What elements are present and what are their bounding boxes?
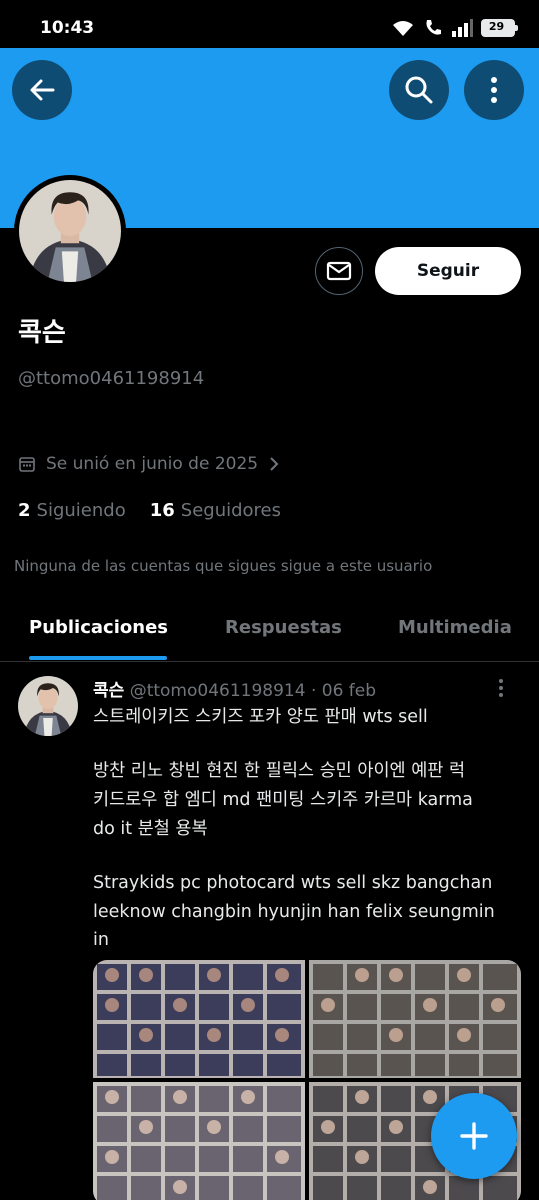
post-avatar-photo — [18, 676, 78, 736]
tab-multimedia[interactable]: Multimedia — [398, 617, 512, 638]
status-bar: 10:43 29 — [0, 0, 539, 48]
post-text-line: leeknow changbin hyunjin han felix seung… — [93, 902, 495, 922]
tab-respuestas[interactable]: Respuestas — [225, 617, 342, 638]
chevron-right-icon — [270, 457, 279, 471]
followers-label: Seguidores — [180, 500, 282, 521]
calendar-icon — [19, 457, 35, 472]
following-link[interactable]: 2 Siguiendo — [18, 500, 126, 521]
profile-avatar[interactable] — [14, 175, 126, 287]
plus-icon — [460, 1122, 488, 1150]
back-button[interactable] — [12, 60, 72, 120]
profile-display-name: 콕슨 — [18, 318, 66, 348]
post-handle-date: @ttomo0461198914 · 06 feb — [129, 681, 377, 701]
active-tab-indicator — [29, 656, 167, 660]
post-avatar[interactable] — [18, 676, 78, 736]
follow-stats: 2 Siguiendo 16 Seguidores — [18, 500, 281, 521]
call-icon — [426, 20, 441, 35]
join-date-text: Se unió en junio de 2025 — [46, 454, 259, 474]
post-header: 콕슨 @ttomo0461198914 · 06 feb — [93, 676, 376, 701]
signal-icon — [452, 19, 473, 37]
arrow-left-icon — [30, 79, 55, 101]
more-vertical-icon — [491, 77, 497, 103]
more-vertical-icon — [499, 679, 503, 697]
status-icons: 29 — [391, 18, 518, 38]
media-photo-1[interactable] — [93, 960, 305, 1078]
post-text-line: 방찬 리노 창빈 현진 한 필릭스 승민 아이엔 예판 럭 — [93, 761, 466, 781]
search-button[interactable] — [389, 60, 449, 120]
media-photo-3[interactable] — [93, 1082, 305, 1200]
follow-button[interactable]: Seguir — [375, 247, 521, 295]
mutual-followers-text: Ninguna de las cuentas que sigues sigue … — [14, 557, 433, 575]
following-label: Siguiendo — [36, 500, 126, 521]
followers-count: 16 — [149, 500, 175, 521]
post-text-line: in — [93, 930, 109, 950]
post-text-line: 키드로우 합 엠디 md 팬미팅 스키주 카르마 karma — [93, 790, 473, 810]
search-icon — [405, 76, 433, 104]
status-time: 10:43 — [40, 18, 95, 38]
post-text-line: do it 분철 용복 — [93, 819, 208, 839]
join-date-row[interactable]: Se unió en junio de 2025 — [18, 454, 280, 474]
avatar-photo — [19, 180, 121, 282]
battery-indicator: 29 — [481, 19, 518, 37]
message-button[interactable] — [315, 247, 363, 295]
profile-handle: @ttomo0461198914 — [18, 368, 205, 389]
mail-icon — [326, 261, 352, 281]
tab-publicaciones[interactable]: Publicaciones — [29, 617, 168, 638]
following-count: 2 — [18, 500, 31, 521]
followers-link[interactable]: 16 Seguidores — [150, 500, 281, 521]
post-text-line: 스트레이키즈 스키즈 포카 양도 판매 wts sell — [93, 707, 428, 727]
wifi-icon — [393, 21, 413, 36]
media-photo-2[interactable] — [309, 960, 521, 1078]
post-more-button[interactable] — [498, 678, 504, 702]
profile-tabs: Publicaciones Respuestas Multimedia — [0, 600, 539, 662]
compose-button[interactable] — [431, 1093, 517, 1179]
post-author-name[interactable]: 콕슨 — [93, 681, 124, 701]
post-text-line: Straykids pc photocard wts sell skz bang… — [93, 873, 493, 893]
battery-level: 29 — [488, 20, 505, 33]
more-options-button[interactable] — [464, 60, 524, 120]
